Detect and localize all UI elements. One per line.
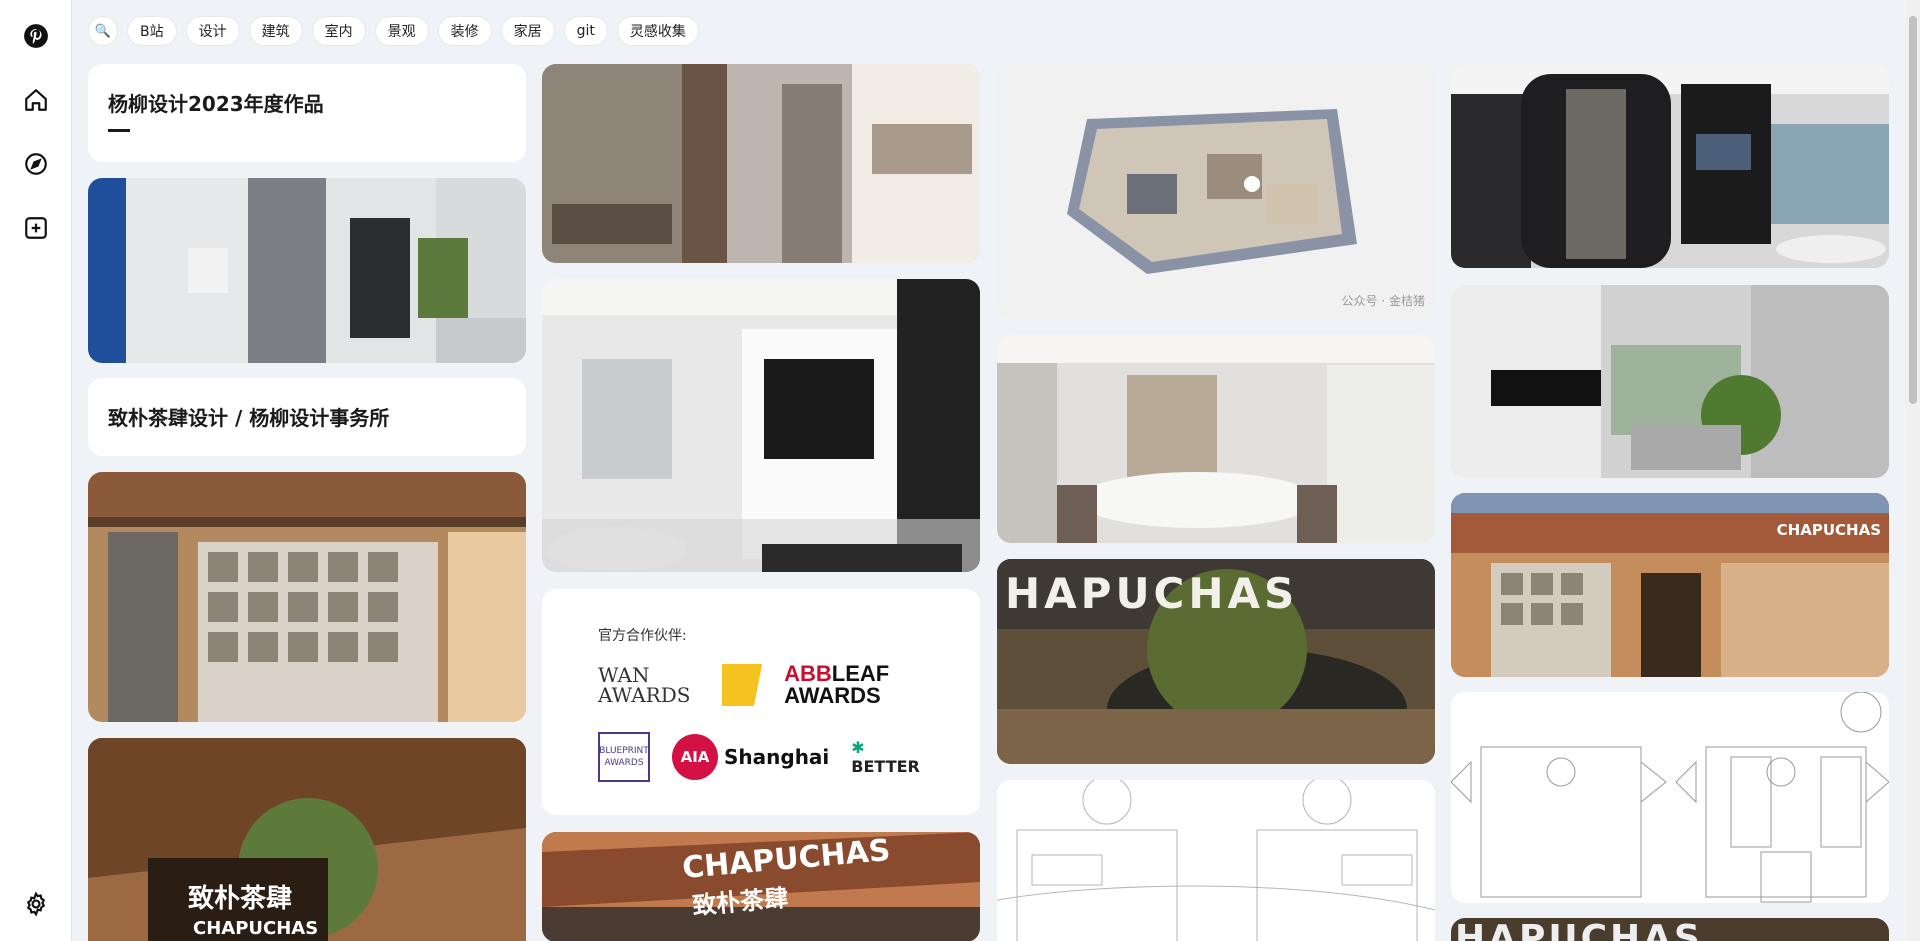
sign-chapuchas: CHAPUCHAS bbox=[193, 918, 319, 939]
aia-circle: AIA bbox=[672, 734, 718, 780]
wan-awards-logo: WAN AWARDS bbox=[598, 663, 691, 707]
scrollbar-thumb[interactable] bbox=[1909, 16, 1917, 404]
pin-image-dining-room[interactable] bbox=[997, 335, 1435, 543]
pin-image-entry-cabinet[interactable] bbox=[1451, 285, 1889, 478]
page-scrollbar[interactable] bbox=[1906, 0, 1920, 941]
pin-image-floorplan-3d[interactable]: 公众号 · 金桔猪 bbox=[997, 64, 1435, 319]
chip-1[interactable]: 设计 bbox=[185, 16, 240, 46]
chip-5[interactable]: 装修 bbox=[437, 16, 492, 46]
pin-image-interior-study[interactable] bbox=[88, 178, 526, 363]
card-subtitle: 致朴茶肆设计 / 杨柳设计事务所 bbox=[108, 406, 390, 430]
better-logo: ✱ BETTER bbox=[851, 738, 924, 776]
pinterest-logo-icon[interactable] bbox=[20, 20, 52, 52]
chip-8[interactable]: 灵感收集 bbox=[616, 16, 699, 46]
search-chip[interactable]: 🔍 bbox=[88, 16, 118, 46]
sign-chapuchas-3: CHAPUCHAS bbox=[1776, 521, 1881, 539]
chip-6[interactable]: 家居 bbox=[500, 16, 555, 46]
watermark-text: 公众号 · 金桔猪 bbox=[1341, 294, 1425, 308]
aia-shanghai-logo: AIA Shanghai bbox=[672, 734, 829, 780]
left-navigation-rail bbox=[0, 0, 72, 941]
pin-image-chapuchas-sign[interactable]: CHAPUCHAS 致朴茶肆 bbox=[542, 832, 980, 941]
text-card-subtitle[interactable]: 致朴茶肆设计 / 杨柳设计事务所 bbox=[88, 378, 526, 456]
pin-image-elevation-drawing-1[interactable] bbox=[997, 780, 1435, 941]
better-mark-icon: ✱ bbox=[851, 738, 865, 757]
partner-logo-row-1: WAN AWARDS ABBLEAF AWARDS bbox=[598, 657, 924, 713]
pin-image-hapuchas-partial[interactable]: HAPUCHAS bbox=[1451, 918, 1889, 941]
pin-image-hapuchas-stairs[interactable]: HAPUCHAS bbox=[997, 559, 1435, 764]
pin-image-living-room-marble[interactable] bbox=[1451, 64, 1889, 268]
partner-logo-row-2: BLUEPRINT AWARDS AIA Shanghai ✱ BETTER bbox=[598, 729, 924, 785]
chip-3[interactable]: 室内 bbox=[311, 16, 366, 46]
pin-image-elevation-drawing-2[interactable] bbox=[1451, 692, 1889, 903]
home-icon[interactable] bbox=[20, 84, 52, 116]
sign-hapuchas: HAPUCHAS bbox=[1005, 569, 1299, 618]
pin-image-entryway[interactable] bbox=[542, 64, 980, 263]
pin-image-living-room-tv[interactable] bbox=[542, 279, 980, 572]
pin-image-teahouse-facade[interactable] bbox=[88, 472, 526, 722]
chip-0[interactable]: B站 bbox=[127, 16, 177, 46]
search-icon: 🔍 bbox=[94, 23, 112, 39]
sign-hapuchas-2: HAPUCHAS bbox=[1455, 918, 1703, 941]
sign-zhipu: 致朴茶肆 bbox=[188, 884, 293, 914]
text-card-title[interactable]: 杨柳设计2023年度作品 bbox=[88, 64, 526, 162]
chip-7[interactable]: git bbox=[563, 16, 608, 46]
gear-icon[interactable] bbox=[20, 888, 52, 920]
better-text: BETTER bbox=[851, 757, 920, 776]
quick-filter-chips: 🔍 B站 设计 建筑 室内 景观 装修 家居 git 灵感收集 bbox=[88, 16, 699, 46]
blueprint-awards-logo: BLUEPRINT AWARDS bbox=[598, 732, 650, 782]
partner-logos-card[interactable]: 官方合作伙伴: WAN AWARDS ABBLEAF AWARDS BLUEPR… bbox=[542, 589, 980, 815]
chip-4[interactable]: 景观 bbox=[374, 16, 429, 46]
aia-text: Shanghai bbox=[724, 745, 830, 769]
pin-image-teahouse-interior[interactable]: 致朴茶肆 CHAPUCHAS bbox=[88, 738, 526, 941]
title-dash bbox=[108, 129, 130, 132]
compass-icon[interactable] bbox=[20, 148, 52, 180]
card-title: 杨柳设计2023年度作品 bbox=[108, 92, 324, 116]
yellow-award-logo-icon bbox=[721, 664, 763, 706]
pin-image-teahouse-exterior[interactable]: CHAPUCHAS bbox=[1451, 493, 1889, 677]
chip-2[interactable]: 建筑 bbox=[248, 16, 303, 46]
partner-label: 官方合作伙伴: bbox=[598, 628, 687, 644]
plus-square-icon[interactable] bbox=[20, 212, 52, 244]
abb-leaf-awards-logo: ABBLEAF AWARDS bbox=[784, 663, 924, 707]
